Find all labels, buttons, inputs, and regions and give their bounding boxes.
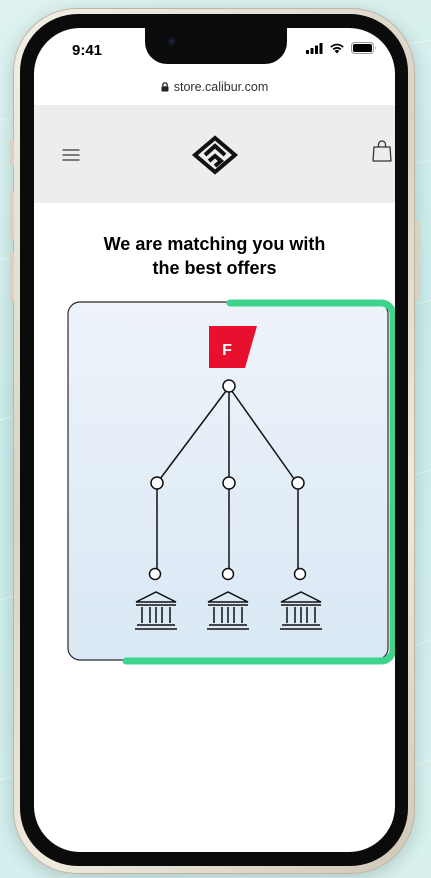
tree-node xyxy=(148,567,162,581)
tree-node xyxy=(150,476,164,490)
matching-illustration: F xyxy=(67,299,395,665)
tree-node xyxy=(222,476,236,490)
tree-node xyxy=(221,567,235,581)
volume-down-button xyxy=(10,252,14,302)
volume-up-button xyxy=(10,190,14,240)
power-button xyxy=(416,220,420,300)
tree-node xyxy=(222,379,236,393)
tree-node xyxy=(291,476,305,490)
badge-letter: F xyxy=(222,342,232,359)
tree-node xyxy=(293,567,307,581)
phone-screen: 9:41 store.calibur.com We are matching y… xyxy=(34,28,395,852)
silent-switch xyxy=(10,140,14,166)
